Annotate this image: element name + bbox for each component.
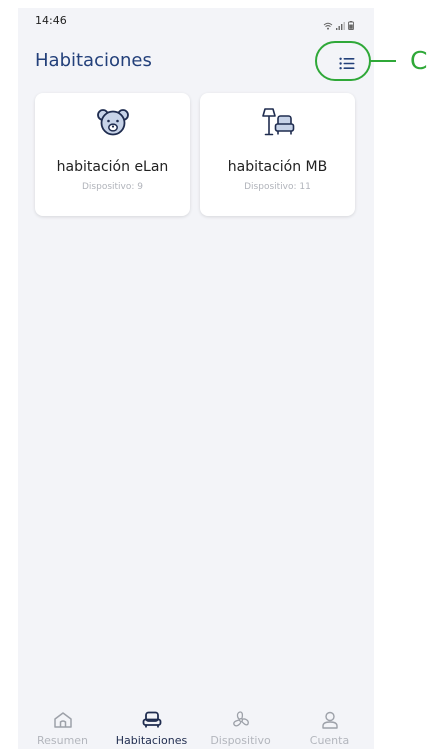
annotation-label: C [410,46,427,75]
battery-icon [348,15,354,34]
nav-label: Resumen [36,734,89,747]
nav-label: Cuenta [309,734,350,747]
signal-icon [336,15,345,34]
status-bar: 14:46 [18,8,374,32]
room-name: habitación eLan [56,159,169,175]
nav-item-dispositivo[interactable]: Dispositivo [196,705,285,749]
phone-screen: 14:46 Habitaciones habitación eLan Dispo… [18,8,374,749]
fan-icon [230,710,252,730]
bottom-nav: Resumen Habitaciones Dispositivo Cuenta [18,705,374,749]
nav-item-habitaciones[interactable]: Habitaciones [107,705,196,749]
page-title: Habitaciones [35,50,152,71]
armchair-lamp-icon [260,107,296,137]
nav-label: Habitaciones [115,734,188,747]
nav-label: Dispositivo [210,734,271,747]
annotation-highlight [315,41,396,81]
room-card-elan[interactable]: habitación eLan Dispositivo: 9 [35,93,190,216]
home-icon [52,710,74,730]
room-list: habitación eLan Dispositivo: 9 habitació… [35,93,355,216]
room-device-count: Dispositivo: 11 [244,182,311,192]
armchair-icon [141,710,163,730]
bear-icon [95,107,131,137]
nav-item-resumen[interactable]: Resumen [18,705,107,749]
annotation-callout: C [312,40,427,84]
wifi-icon [323,15,333,34]
user-icon [319,710,341,730]
room-name: habitación MB [227,159,328,175]
status-icons [323,15,354,34]
room-device-count: Dispositivo: 9 [81,182,143,192]
nav-item-cuenta[interactable]: Cuenta [285,705,374,749]
room-card-mb[interactable]: habitación MB Dispositivo: 11 [200,93,355,216]
status-time: 14:46 [35,14,67,27]
